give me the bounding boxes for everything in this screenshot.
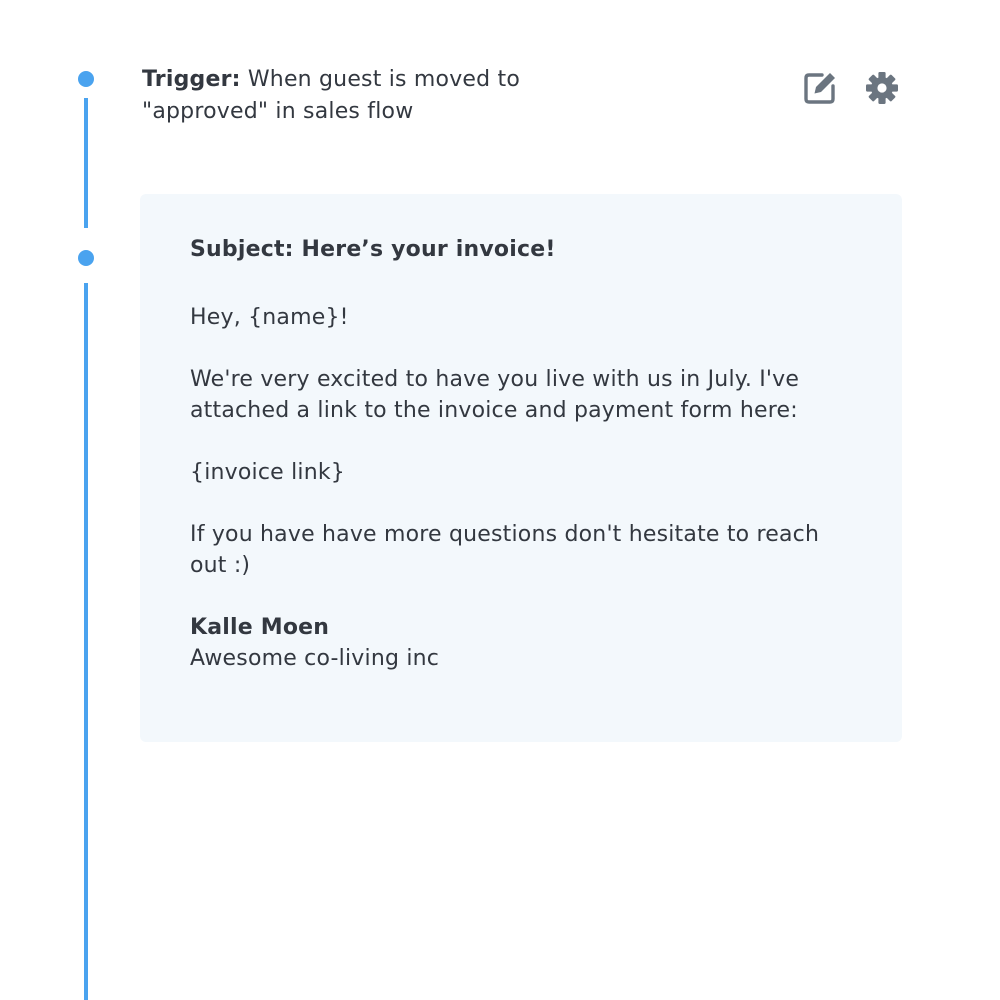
signature-company: Awesome co-living inc xyxy=(190,646,440,671)
gear-icon xyxy=(866,72,898,104)
trigger-label: Trigger: xyxy=(142,67,241,92)
timeline-dot-trigger xyxy=(78,71,94,87)
email-preview-card[interactable]: Subject: Here’s your invoice! Hey, {name… xyxy=(140,194,902,742)
timeline-dot-email xyxy=(78,250,94,266)
email-invoice-link-placeholder: {invoice link} xyxy=(190,460,345,485)
timeline-line-bottom xyxy=(84,283,88,1000)
email-body-paragraph-2: If you have have more questions don't he… xyxy=(190,522,820,578)
signature-name: Kalle Moen xyxy=(190,615,330,640)
email-subject: Subject: Here’s your invoice! xyxy=(190,237,556,262)
edit-icon xyxy=(804,73,835,104)
email-greeting: Hey, {name}! xyxy=(190,305,349,330)
trigger-description: Trigger: When guest is moved to "approve… xyxy=(142,64,562,128)
email-body-paragraph-1: We're very excited to have you live with… xyxy=(190,367,800,423)
edit-button[interactable] xyxy=(802,70,838,106)
step-actions xyxy=(802,70,900,106)
timeline-line-top xyxy=(84,98,88,228)
settings-button[interactable] xyxy=(864,70,900,106)
